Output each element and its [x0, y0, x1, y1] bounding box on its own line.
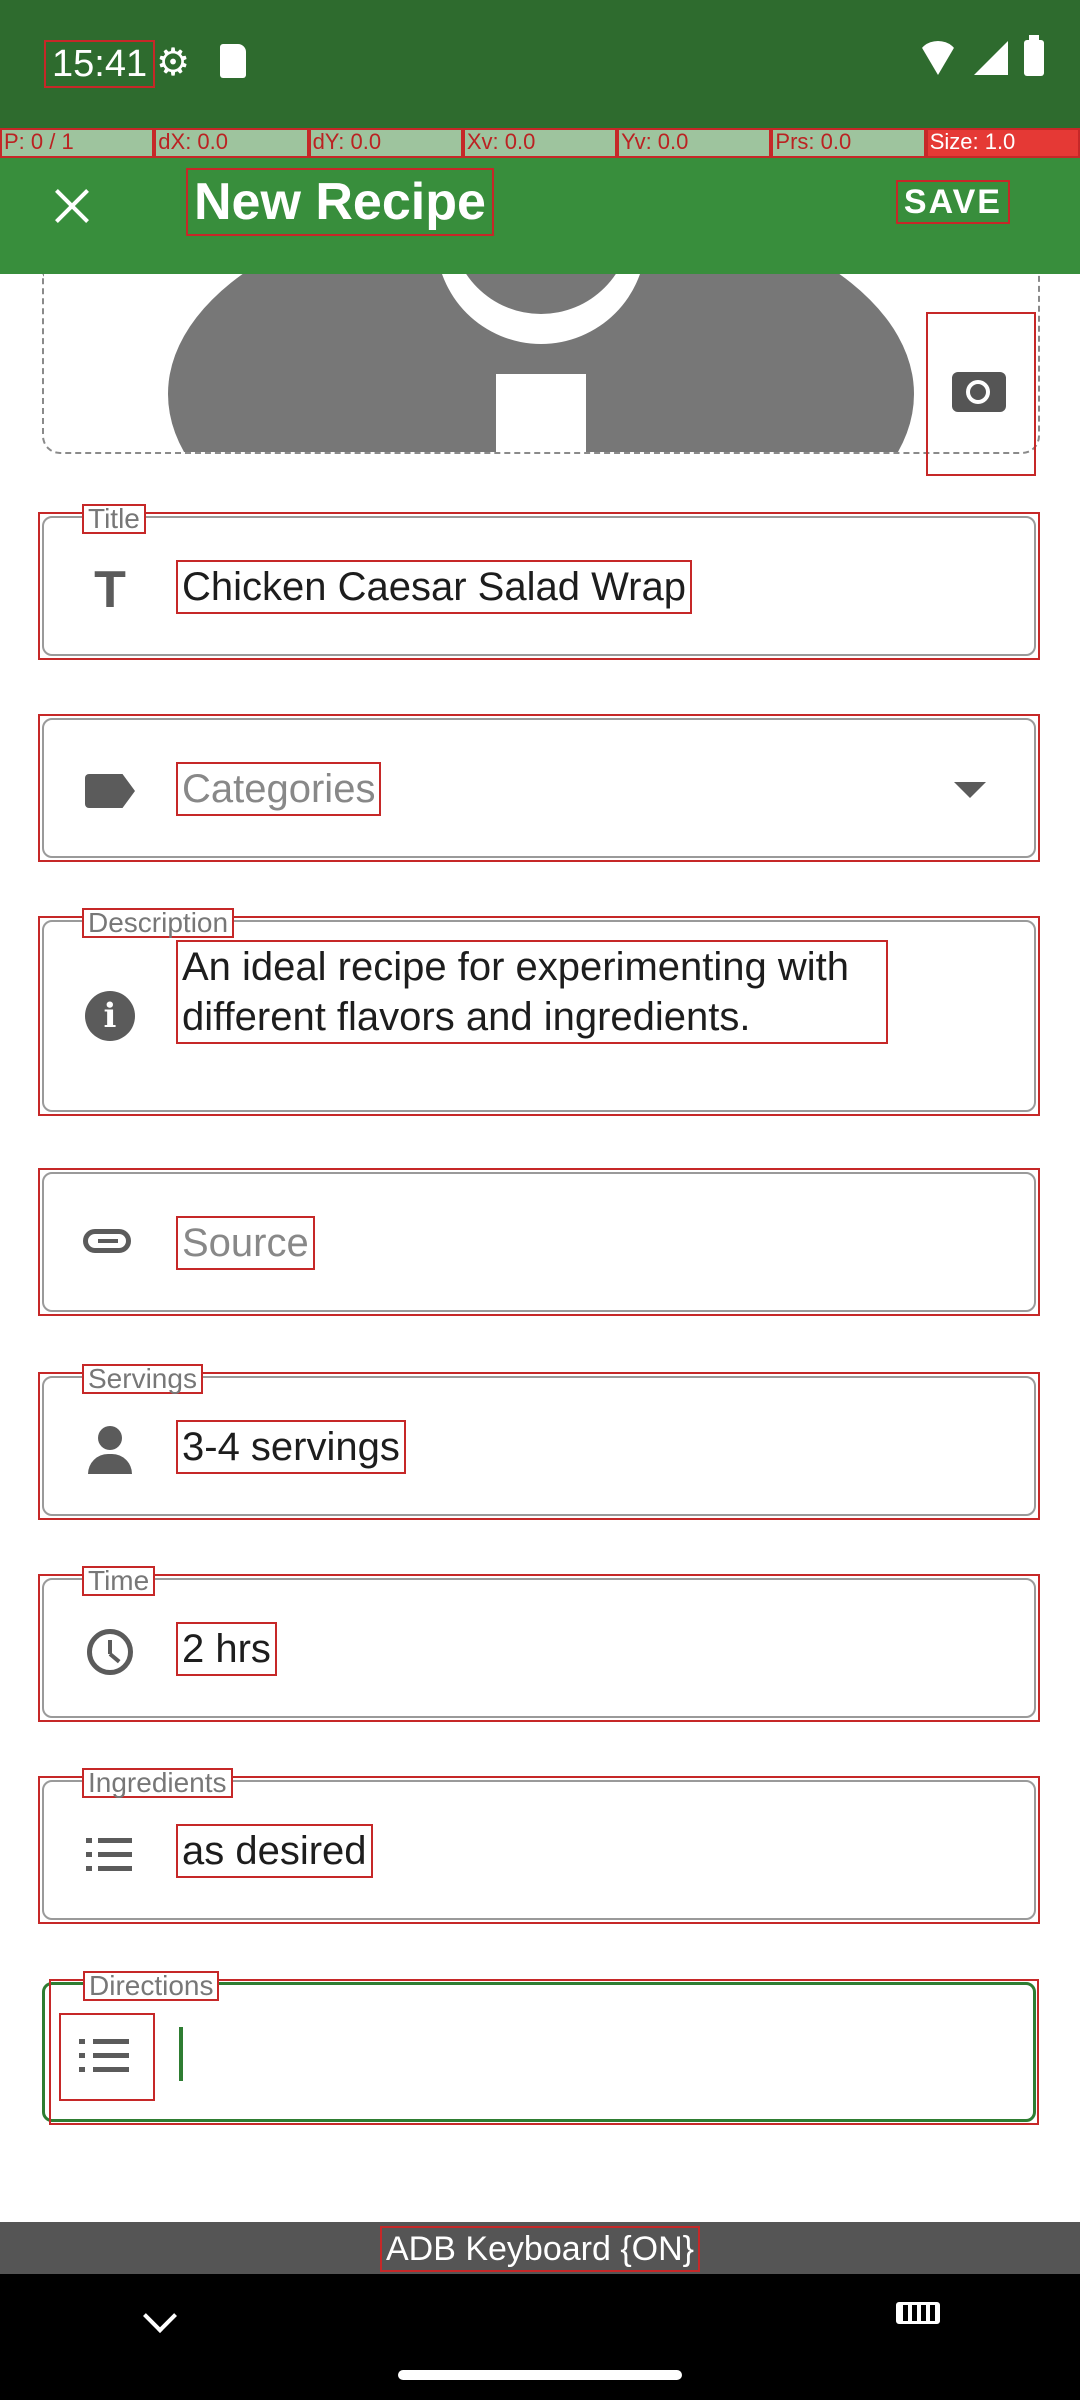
servings-input[interactable]: 3-4 servings	[176, 1420, 406, 1474]
home-gesture-handle[interactable]	[398, 2370, 682, 2380]
description-input[interactable]: An ideal recipe for experimenting with d…	[176, 940, 888, 1044]
settings-gear-icon: ⚙	[156, 42, 191, 84]
numbered-list-icon[interactable]	[59, 2013, 155, 2101]
status-icons	[918, 35, 1044, 76]
page-title: New Recipe	[186, 168, 494, 236]
title-field[interactable]: Title T Chicken Caesar Salad Wrap	[38, 504, 1040, 660]
status-time: 15:41	[44, 40, 156, 88]
dropdown-arrow-icon[interactable]	[954, 782, 986, 798]
directions-field[interactable]: Directions	[42, 1971, 1039, 2125]
directions-label: Directions	[83, 1971, 220, 2001]
debug-size: Size: 1.0	[925, 128, 1080, 158]
time-input[interactable]: 2 hrs	[176, 1622, 277, 1676]
title-label: Title	[82, 504, 146, 534]
text-cursor	[179, 2027, 183, 2081]
keyboard-status-text: ADB Keyboard {ON}	[379, 2226, 701, 2272]
close-icon[interactable]	[50, 184, 94, 228]
servings-field[interactable]: Servings 3-4 servings	[38, 1364, 1040, 1520]
categories-dropdown[interactable]: Categories	[38, 714, 1040, 862]
app-bar: New Recipe SAVE	[0, 158, 1080, 274]
ingredients-field[interactable]: Ingredients as desired	[38, 1768, 1040, 1924]
person-icon	[82, 1422, 138, 1478]
debug-dx: dX: 0.0	[154, 128, 309, 158]
sd-card-icon	[220, 44, 246, 78]
description-field[interactable]: Description i An ideal recipe for experi…	[38, 908, 1040, 1116]
navigation-bar	[0, 2274, 1080, 2400]
wifi-icon	[918, 41, 958, 75]
title-input[interactable]: Chicken Caesar Salad Wrap	[176, 560, 692, 614]
list-icon	[82, 1826, 138, 1882]
time-label: Time	[82, 1566, 156, 1596]
ingredients-input[interactable]: as desired	[176, 1824, 373, 1878]
servings-label: Servings	[82, 1364, 203, 1394]
camera-icon	[952, 372, 1006, 412]
info-icon: i	[82, 988, 138, 1044]
debug-yv: Yv: 0.0	[617, 128, 772, 158]
debug-pointer: P: 0 / 1	[0, 128, 155, 158]
description-label: Description	[82, 908, 235, 938]
label-tag-icon	[82, 764, 138, 820]
signal-icon	[974, 41, 1008, 75]
pointer-location-strip: P: 0 / 1 dX: 0.0 dY: 0.0 Xv: 0.0 Yv: 0.0…	[0, 128, 1080, 158]
clock-icon	[82, 1624, 138, 1680]
debug-pressure: Prs: 0.0	[771, 128, 926, 158]
keyboard-status-bar: ADB Keyboard {ON}	[0, 2222, 1080, 2274]
recipe-image[interactable]	[42, 274, 1040, 454]
link-icon	[82, 1218, 138, 1274]
battery-icon	[1024, 35, 1044, 76]
ingredients-label: Ingredients	[82, 1768, 233, 1798]
source-field[interactable]: Source	[38, 1168, 1040, 1316]
time-field[interactable]: Time 2 hrs	[38, 1566, 1040, 1722]
categories-placeholder: Categories	[176, 762, 382, 816]
debug-xv: Xv: 0.0	[462, 128, 618, 158]
camera-button[interactable]	[926, 312, 1036, 476]
title-text-icon: T	[94, 561, 126, 619]
hide-keyboard-chevron-icon[interactable]	[143, 2299, 177, 2333]
keyboard-icon[interactable]	[896, 2302, 940, 2324]
save-button[interactable]: SAVE	[895, 180, 1010, 224]
status-bar: 15:41 ⚙	[0, 0, 1080, 128]
debug-dy: dY: 0.0	[308, 128, 463, 158]
source-input[interactable]: Source	[176, 1216, 315, 1270]
